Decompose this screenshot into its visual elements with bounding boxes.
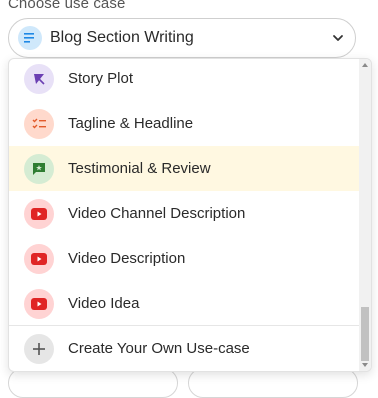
plus-icon bbox=[24, 333, 54, 364]
option-video-description[interactable]: Video Description bbox=[9, 236, 359, 281]
scroll-up-icon[interactable] bbox=[362, 63, 368, 67]
use-case-list: Story Plot Tagline & Headline Testimonia… bbox=[9, 59, 359, 326]
scrollbar-thumb[interactable] bbox=[361, 307, 369, 361]
youtube-icon bbox=[24, 243, 54, 274]
review-icon bbox=[24, 153, 54, 184]
option-label: Tagline & Headline bbox=[68, 115, 194, 132]
background-field-left bbox=[8, 368, 178, 398]
option-label: Video Description bbox=[68, 250, 186, 267]
youtube-icon bbox=[24, 288, 54, 319]
use-case-select[interactable]: Blog Section Writing bbox=[8, 18, 356, 58]
lines-icon bbox=[18, 26, 42, 50]
quill-icon bbox=[24, 63, 54, 94]
option-tagline-headline[interactable]: Tagline & Headline bbox=[9, 101, 359, 146]
youtube-icon bbox=[24, 198, 54, 229]
checklist-icon bbox=[24, 108, 54, 139]
use-case-label: Choose use case bbox=[8, 0, 126, 12]
option-create-your-own[interactable]: Create Your Own Use-case bbox=[9, 326, 359, 371]
scrollbar[interactable] bbox=[359, 59, 371, 371]
option-testimonial-review[interactable]: Testimonial & Review bbox=[9, 146, 359, 191]
option-label: Story Plot bbox=[68, 70, 134, 87]
option-story-plot[interactable]: Story Plot bbox=[9, 59, 359, 101]
option-label: Testimonial & Review bbox=[68, 160, 211, 177]
option-label: Video Idea bbox=[68, 295, 140, 312]
option-label: Create Your Own Use-case bbox=[68, 340, 250, 357]
scroll-down-icon[interactable] bbox=[362, 363, 368, 367]
selected-use-case: Blog Section Writing bbox=[50, 29, 194, 46]
option-video-channel-description[interactable]: Video Channel Description bbox=[9, 191, 359, 236]
option-video-idea[interactable]: Video Idea bbox=[9, 281, 359, 326]
chevron-down-icon[interactable] bbox=[331, 31, 345, 45]
option-label: Video Channel Description bbox=[68, 205, 246, 222]
use-case-dropdown: Story Plot Tagline & Headline Testimonia… bbox=[8, 58, 372, 372]
background-field-right bbox=[188, 368, 358, 398]
